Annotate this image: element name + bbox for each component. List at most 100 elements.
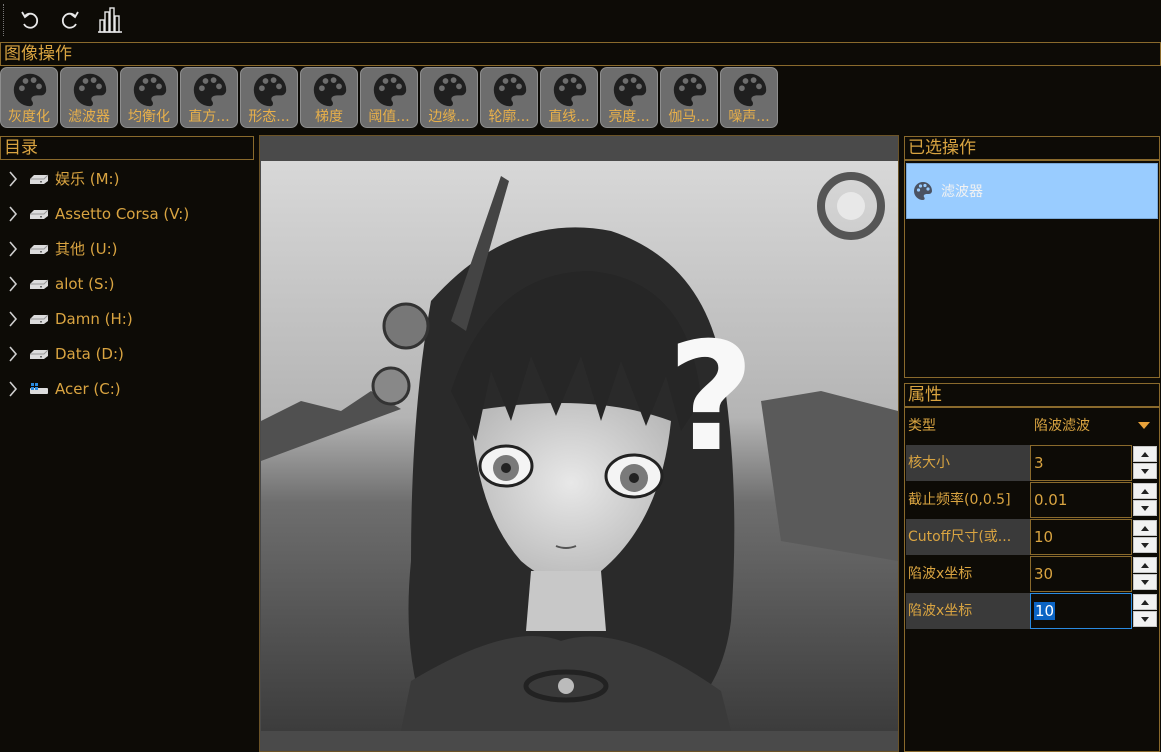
expand-chevron-icon[interactable] bbox=[0, 345, 26, 362]
spin-down-icon[interactable] bbox=[1133, 500, 1157, 516]
svg-text:?: ? bbox=[667, 311, 754, 485]
spin-down-icon[interactable] bbox=[1133, 463, 1157, 479]
op-button-label: 直线... bbox=[548, 109, 590, 125]
op-button-0[interactable]: 灰度化 bbox=[0, 67, 58, 128]
tree-item-drive[interactable]: alot (S:) bbox=[0, 266, 114, 301]
tree-item-label: 娱乐 (M:) bbox=[55, 170, 120, 188]
palette-icon bbox=[73, 73, 107, 107]
palette-icon bbox=[914, 182, 932, 200]
prop-value-input[interactable]: 10 bbox=[1030, 593, 1132, 629]
palette-icon bbox=[673, 73, 707, 107]
tree-item-drive[interactable]: Data (D:) bbox=[0, 336, 124, 371]
preview-image[interactable]: ? bbox=[261, 161, 898, 731]
prop-key: 核大小 bbox=[906, 445, 1030, 481]
expand-chevron-icon[interactable] bbox=[0, 205, 26, 222]
tree-item-drive[interactable]: 其他 (U:) bbox=[0, 231, 118, 266]
undo-button[interactable] bbox=[16, 6, 44, 34]
prop-row: 陷波x坐标 30 bbox=[906, 556, 1158, 592]
spin-down-icon[interactable] bbox=[1133, 574, 1157, 590]
op-button-label: 噪声... bbox=[728, 109, 770, 125]
expand-chevron-icon[interactable] bbox=[0, 275, 26, 292]
prop-value-input[interactable]: 30 bbox=[1030, 556, 1132, 592]
op-button-2[interactable]: 均衡化 bbox=[120, 67, 178, 128]
tree-item-drive[interactable]: Damn (H:) bbox=[0, 301, 133, 336]
type-dropdown[interactable]: 陷波滤波 bbox=[1030, 408, 1158, 444]
prop-value-input[interactable]: 0.01 bbox=[1030, 482, 1132, 518]
op-button-10[interactable]: 亮度... bbox=[600, 67, 658, 128]
palette-icon bbox=[733, 73, 767, 107]
image-ops-toolbar: 灰度化 滤波器 均衡化 直方... 形态... 梯度 阈值... 边缘... 轮廓... 直线..… bbox=[0, 67, 780, 129]
image-ops-title: 图像操作 bbox=[0, 42, 1161, 66]
spin-up-icon[interactable] bbox=[1133, 557, 1157, 573]
spin-buttons bbox=[1132, 556, 1158, 592]
tree-item-label: Data (D:) bbox=[55, 344, 124, 363]
drive-icon bbox=[30, 174, 49, 184]
op-button-3[interactable]: 直方... bbox=[180, 67, 238, 128]
op-button-8[interactable]: 轮廓... bbox=[480, 67, 538, 128]
prop-key-type: 类型 bbox=[908, 418, 936, 434]
expand-chevron-icon[interactable] bbox=[0, 380, 26, 397]
type-dropdown-value: 陷波滤波 bbox=[1034, 418, 1090, 434]
spin-buttons bbox=[1132, 482, 1158, 518]
op-button-11[interactable]: 伽马... bbox=[660, 67, 718, 128]
spin-up-icon[interactable] bbox=[1133, 446, 1157, 462]
selected-op-item[interactable]: 滤波器 bbox=[906, 163, 1158, 219]
toolbar-grip[interactable] bbox=[3, 4, 4, 36]
op-button-5[interactable]: 梯度 bbox=[300, 67, 358, 128]
op-button-label: 阈值... bbox=[368, 109, 410, 125]
spin-up-icon[interactable] bbox=[1133, 520, 1157, 536]
tree-item-label: 其他 (U:) bbox=[55, 240, 118, 258]
drive-icon bbox=[30, 209, 49, 219]
tree-item-drive[interactable]: Assetto Corsa (V:) bbox=[0, 196, 189, 231]
prop-row-type: 类型 陷波滤波 bbox=[906, 408, 1158, 444]
expand-chevron-icon[interactable] bbox=[0, 310, 26, 327]
tree-item-drive[interactable]: 娱乐 (M:) bbox=[0, 161, 119, 196]
drive-icon bbox=[30, 349, 49, 359]
op-button-label: 滤波器 bbox=[68, 109, 110, 125]
windows-drive-icon bbox=[30, 382, 48, 394]
redo-icon bbox=[61, 11, 79, 29]
prop-value-input[interactable]: 3 bbox=[1030, 445, 1132, 481]
tree-item-label: alot (S:) bbox=[55, 274, 115, 293]
op-button-9[interactable]: 直线... bbox=[540, 67, 598, 128]
op-button-12[interactable]: 噪声... bbox=[720, 67, 778, 128]
palette-icon bbox=[613, 73, 647, 107]
anime-girl-image: ? bbox=[261, 161, 898, 731]
prop-key: 陷波x坐标 bbox=[908, 566, 973, 582]
palette-icon bbox=[13, 73, 47, 107]
spin-up-icon[interactable] bbox=[1133, 594, 1157, 610]
selected-ops-title: 已选操作 bbox=[904, 136, 1160, 160]
redo-button[interactable] bbox=[56, 6, 84, 34]
op-button-4[interactable]: 形态... bbox=[240, 67, 298, 128]
op-button-label: 梯度 bbox=[315, 109, 343, 125]
palette-icon bbox=[313, 73, 347, 107]
palette-icon bbox=[373, 73, 407, 107]
drive-icon bbox=[30, 279, 49, 289]
tree-item-drive[interactable]: Acer (C:) bbox=[0, 371, 121, 406]
expand-chevron-icon[interactable] bbox=[0, 240, 26, 257]
prop-value-input[interactable]: 10 bbox=[1030, 519, 1132, 555]
op-button-label: 直方... bbox=[188, 109, 230, 125]
spin-down-icon[interactable] bbox=[1133, 537, 1157, 553]
palette-icon bbox=[253, 73, 287, 107]
palette-icon bbox=[133, 73, 167, 107]
drive-icon bbox=[30, 314, 49, 324]
op-button-7[interactable]: 边缘... bbox=[420, 67, 478, 128]
palette-icon bbox=[433, 73, 467, 107]
spin-up-icon[interactable] bbox=[1133, 483, 1157, 499]
op-button-label: 边缘... bbox=[428, 109, 470, 125]
expand-chevron-icon[interactable] bbox=[0, 170, 26, 187]
histogram-button[interactable] bbox=[96, 6, 124, 34]
prop-key: Cutoff尺寸(或... bbox=[906, 519, 1030, 555]
spin-down-icon[interactable] bbox=[1133, 611, 1157, 627]
op-button-label: 轮廓... bbox=[488, 109, 530, 125]
op-button-1[interactable]: 滤波器 bbox=[60, 67, 118, 128]
prop-row: 截止频率(0,0.5] 0.01 bbox=[906, 482, 1158, 518]
op-button-label: 伽马... bbox=[668, 109, 710, 125]
toolbar bbox=[0, 0, 1161, 40]
prop-row: 核大小 3 bbox=[906, 445, 1158, 481]
prop-row: Cutoff尺寸(或... 10 bbox=[906, 519, 1158, 555]
tree-item-label: Damn (H:) bbox=[55, 309, 133, 328]
prop-row: 陷波x坐标 10 bbox=[906, 593, 1158, 629]
op-button-6[interactable]: 阈值... bbox=[360, 67, 418, 128]
